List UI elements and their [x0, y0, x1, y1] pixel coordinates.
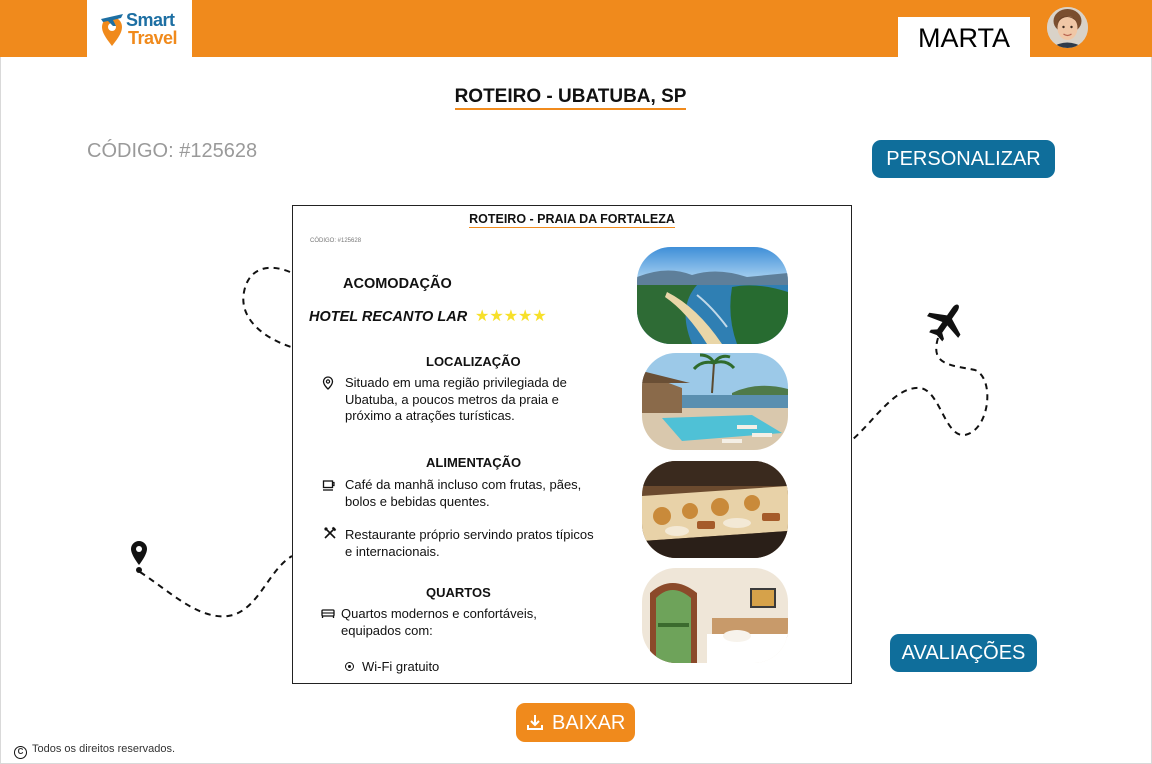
breakfast-description: Café da manhã incluso com frutas, pães, … — [345, 477, 582, 509]
hotel-room-photo — [642, 568, 788, 663]
location-pin-icon — [131, 541, 147, 573]
cutlery-icon — [324, 526, 337, 539]
beach-aerial-illustration — [637, 247, 788, 344]
itinerary-document-preview[interactable]: ROTEIRO - PRAIA DA FORTALEZA CÓDIGO: #12… — [292, 205, 852, 684]
hotel-rating-stars: ★★★★★ — [475, 308, 547, 325]
personalize-button[interactable]: PERSONALIZAR — [872, 140, 1055, 178]
airplane-icon — [927, 304, 961, 342]
hotel-room-illustration — [642, 568, 788, 663]
location-pin-icon — [322, 376, 334, 390]
bed-icon — [321, 609, 335, 618]
breakfast-buffet-photo — [642, 461, 788, 558]
footer: C Todos os direitos reservados. — [14, 743, 175, 759]
coffee-cup-icon — [322, 480, 335, 491]
avatar-portrait — [1047, 7, 1088, 48]
itinerary-code: CÓDIGO: #125628 — [87, 140, 258, 162]
page-title: ROTEIRO - UBATUBA, SP — [0, 86, 1141, 110]
logo-pin-icon — [101, 14, 123, 46]
rooms-description: Quartos modernos e confortáveis, equipad… — [341, 606, 537, 638]
amenity-bullet-icon — [345, 662, 354, 671]
document-title-text: ROTEIRO - PRAIA DA FORTALEZA — [469, 212, 675, 228]
logo[interactable]: Smart Travel — [87, 0, 192, 57]
food-heading: ALIMENTAÇÃO — [426, 455, 522, 470]
dashed-route-left-bottom — [139, 555, 293, 618]
download-button-label: BAIXAR — [552, 712, 626, 734]
page-title-text: ROTEIRO - UBATUBA, SP — [454, 86, 687, 110]
restaurant-description: Restaurante próprio servindo pratos típi… — [345, 527, 594, 559]
dashed-route-right — [851, 337, 989, 441]
document-code: CÓDIGO: #125628 — [310, 238, 362, 244]
hotel-pool-photo — [642, 353, 788, 450]
amenity-wifi: Wi-Fi gratuito — [362, 659, 440, 674]
logo-line2: Travel — [128, 28, 178, 48]
logo-line1: Smart — [126, 10, 175, 30]
beach-aerial-photo — [637, 247, 788, 344]
accommodation-heading: ACOMODAÇÃO — [343, 276, 452, 292]
location-description: Situado em uma região privilegiada de Ub… — [345, 375, 567, 423]
hotel-name: HOTEL RECANTO LAR — [309, 309, 468, 325]
download-button[interactable]: BAIXAR — [516, 703, 635, 742]
document-title: ROTEIRO - PRAIA DA FORTALEZA — [293, 212, 851, 228]
user-name[interactable]: MARTA — [898, 17, 1030, 57]
location-heading: LOCALIZAÇÃO — [426, 354, 521, 369]
breakfast-buffet-illustration — [642, 461, 788, 558]
rooms-heading: QUARTOS — [426, 585, 491, 600]
logo-text: Smart Travel — [126, 10, 178, 48]
dashed-route-left-top — [242, 266, 292, 348]
copyright-icon: C — [14, 746, 27, 759]
reviews-button[interactable]: AVALIAÇÕES — [890, 634, 1037, 672]
footer-text: Todos os direitos reservados. — [32, 743, 176, 755]
hotel-pool-illustration — [642, 353, 788, 450]
avatar[interactable] — [1047, 7, 1088, 48]
top-bar: Smart Travel MARTA — [0, 0, 1152, 57]
download-icon — [527, 715, 543, 730]
